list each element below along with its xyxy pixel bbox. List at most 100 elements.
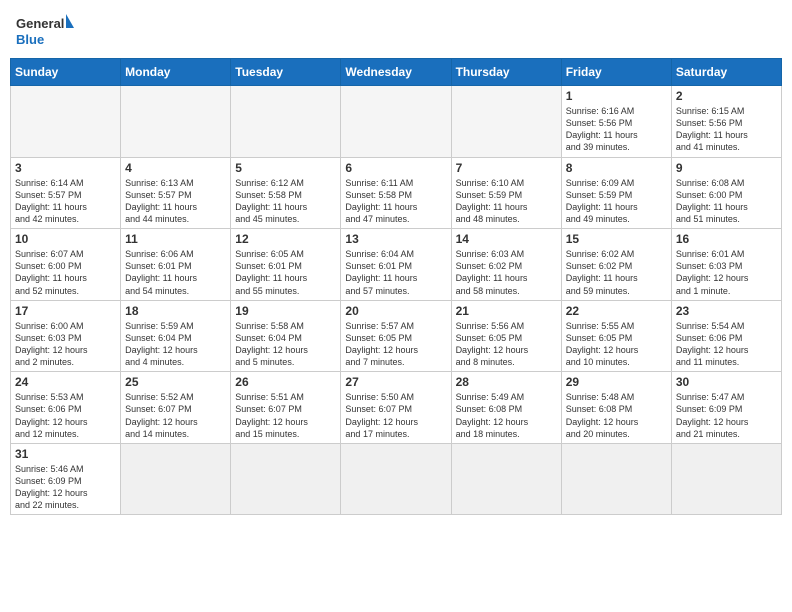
calendar-cell: 14 Sunrise: 6:03 AM Sunset: 6:02 PM Dayli… [451, 229, 561, 301]
day-number: 31 [15, 447, 116, 461]
day-number: 16 [676, 232, 777, 246]
calendar-cell [121, 86, 231, 158]
day-info: Sunrise: 5:47 AM Sunset: 6:09 PM Dayligh… [676, 391, 777, 440]
day-info: Sunrise: 6:14 AM Sunset: 5:57 PM Dayligh… [15, 177, 116, 226]
day-number: 10 [15, 232, 116, 246]
day-number: 4 [125, 161, 226, 175]
week-row-2: 10 Sunrise: 6:07 AM Sunset: 6:00 PM Dayli… [11, 229, 782, 301]
day-info: Sunrise: 5:51 AM Sunset: 6:07 PM Dayligh… [235, 391, 336, 440]
day-info: Sunrise: 5:58 AM Sunset: 6:04 PM Dayligh… [235, 320, 336, 369]
day-info: Sunrise: 6:04 AM Sunset: 6:01 PM Dayligh… [345, 248, 446, 297]
logo: General Blue [14, 10, 74, 50]
day-number: 2 [676, 89, 777, 103]
day-info: Sunrise: 6:02 AM Sunset: 6:02 PM Dayligh… [566, 248, 667, 297]
day-number: 27 [345, 375, 446, 389]
day-number: 20 [345, 304, 446, 318]
calendar-cell [11, 86, 121, 158]
calendar-cell: 26Sunrise: 5:51 AM Sunset: 6:07 PM Dayli… [231, 372, 341, 444]
day-number: 8 [566, 161, 667, 175]
calendar-cell: 19 Sunrise: 5:58 AM Sunset: 6:04 PM Dayli… [231, 300, 341, 372]
day-number: 12 [235, 232, 336, 246]
day-info: Sunrise: 6:16 AM Sunset: 5:56 PM Dayligh… [566, 105, 667, 154]
calendar-cell [121, 443, 231, 515]
calendar-cell: 31Sunrise: 5:46 AM Sunset: 6:09 PM Dayli… [11, 443, 121, 515]
day-number: 1 [566, 89, 667, 103]
weekday-header-monday: Monday [121, 59, 231, 86]
day-number: 18 [125, 304, 226, 318]
day-info: Sunrise: 6:15 AM Sunset: 5:56 PM Dayligh… [676, 105, 777, 154]
weekday-header-friday: Friday [561, 59, 671, 86]
day-number: 13 [345, 232, 446, 246]
day-number: 11 [125, 232, 226, 246]
day-info: Sunrise: 5:55 AM Sunset: 6:05 PM Dayligh… [566, 320, 667, 369]
week-row-4: 24 Sunrise: 5:53 AM Sunset: 6:06 PM Dayli… [11, 372, 782, 444]
day-number: 14 [456, 232, 557, 246]
day-info: Sunrise: 6:12 AM Sunset: 5:58 PM Dayligh… [235, 177, 336, 226]
day-info: Sunrise: 6:08 AM Sunset: 6:00 PM Dayligh… [676, 177, 777, 226]
calendar-cell: 2 Sunrise: 6:15 AM Sunset: 5:56 PM Daylig… [671, 86, 781, 158]
calendar-cell: 8 Sunrise: 6:09 AM Sunset: 5:59 PM Daylig… [561, 157, 671, 229]
calendar-cell: 9 Sunrise: 6:08 AM Sunset: 6:00 PM Daylig… [671, 157, 781, 229]
svg-text:General: General [16, 16, 64, 31]
day-info: Sunrise: 6:03 AM Sunset: 6:02 PM Dayligh… [456, 248, 557, 297]
day-number: 7 [456, 161, 557, 175]
calendar-cell: 18Sunrise: 5:59 AM Sunset: 6:04 PM Dayli… [121, 300, 231, 372]
day-info: Sunrise: 5:56 AM Sunset: 6:05 PM Dayligh… [456, 320, 557, 369]
day-info: Sunrise: 5:50 AM Sunset: 6:07 PM Dayligh… [345, 391, 446, 440]
calendar-cell [451, 443, 561, 515]
day-info: Sunrise: 6:05 AM Sunset: 6:01 PM Dayligh… [235, 248, 336, 297]
weekday-header-sunday: Sunday [11, 59, 121, 86]
day-number: 21 [456, 304, 557, 318]
calendar-cell: 21 Sunrise: 5:56 AM Sunset: 6:05 PM Dayli… [451, 300, 561, 372]
week-row-3: 17Sunrise: 6:00 AM Sunset: 6:03 PM Dayli… [11, 300, 782, 372]
calendar-cell [231, 86, 341, 158]
calendar-cell: 6 Sunrise: 6:11 AM Sunset: 5:58 PM Daylig… [341, 157, 451, 229]
day-number: 6 [345, 161, 446, 175]
day-number: 19 [235, 304, 336, 318]
calendar: SundayMondayTuesdayWednesdayThursdayFrid… [10, 58, 782, 515]
day-info: Sunrise: 6:07 AM Sunset: 6:00 PM Dayligh… [15, 248, 116, 297]
day-info: Sunrise: 6:06 AM Sunset: 6:01 PM Dayligh… [125, 248, 226, 297]
logo-svg: General Blue [14, 10, 74, 50]
calendar-cell: 25Sunrise: 5:52 AM Sunset: 6:07 PM Dayli… [121, 372, 231, 444]
weekday-header-thursday: Thursday [451, 59, 561, 86]
calendar-cell [451, 86, 561, 158]
calendar-cell: 15 Sunrise: 6:02 AM Sunset: 6:02 PM Dayli… [561, 229, 671, 301]
calendar-cell: 5 Sunrise: 6:12 AM Sunset: 5:58 PM Daylig… [231, 157, 341, 229]
week-row-1: 3 Sunrise: 6:14 AM Sunset: 5:57 PM Daylig… [11, 157, 782, 229]
day-info: Sunrise: 5:57 AM Sunset: 6:05 PM Dayligh… [345, 320, 446, 369]
day-info: Sunrise: 5:53 AM Sunset: 6:06 PM Dayligh… [15, 391, 116, 440]
day-number: 23 [676, 304, 777, 318]
calendar-cell: 20 Sunrise: 5:57 AM Sunset: 6:05 PM Dayli… [341, 300, 451, 372]
day-number: 5 [235, 161, 336, 175]
day-number: 3 [15, 161, 116, 175]
day-info: Sunrise: 5:49 AM Sunset: 6:08 PM Dayligh… [456, 391, 557, 440]
calendar-cell: 7 Sunrise: 6:10 AM Sunset: 5:59 PM Daylig… [451, 157, 561, 229]
calendar-cell: 16 Sunrise: 6:01 AM Sunset: 6:03 PM Dayli… [671, 229, 781, 301]
svg-text:Blue: Blue [16, 32, 44, 47]
weekday-header-saturday: Saturday [671, 59, 781, 86]
day-number: 24 [15, 375, 116, 389]
calendar-cell: 23Sunrise: 5:54 AM Sunset: 6:06 PM Dayli… [671, 300, 781, 372]
day-info: Sunrise: 6:10 AM Sunset: 5:59 PM Dayligh… [456, 177, 557, 226]
day-number: 17 [15, 304, 116, 318]
day-number: 29 [566, 375, 667, 389]
day-info: Sunrise: 6:01 AM Sunset: 6:03 PM Dayligh… [676, 248, 777, 297]
day-number: 9 [676, 161, 777, 175]
day-number: 30 [676, 375, 777, 389]
day-info: Sunrise: 6:13 AM Sunset: 5:57 PM Dayligh… [125, 177, 226, 226]
day-info: Sunrise: 6:11 AM Sunset: 5:58 PM Dayligh… [345, 177, 446, 226]
calendar-cell [671, 443, 781, 515]
day-info: Sunrise: 6:09 AM Sunset: 5:59 PM Dayligh… [566, 177, 667, 226]
calendar-cell: 3 Sunrise: 6:14 AM Sunset: 5:57 PM Daylig… [11, 157, 121, 229]
calendar-cell: 4 Sunrise: 6:13 AM Sunset: 5:57 PM Daylig… [121, 157, 231, 229]
calendar-cell: 10 Sunrise: 6:07 AM Sunset: 6:00 PM Dayli… [11, 229, 121, 301]
calendar-cell: 30 Sunrise: 5:47 AM Sunset: 6:09 PM Dayli… [671, 372, 781, 444]
calendar-cell: 12 Sunrise: 6:05 AM Sunset: 6:01 PM Dayli… [231, 229, 341, 301]
calendar-cell: 22Sunrise: 5:55 AM Sunset: 6:05 PM Dayli… [561, 300, 671, 372]
calendar-cell [341, 86, 451, 158]
calendar-cell: 29Sunrise: 5:48 AM Sunset: 6:08 PM Dayli… [561, 372, 671, 444]
weekday-header-row: SundayMondayTuesdayWednesdayThursdayFrid… [11, 59, 782, 86]
day-number: 15 [566, 232, 667, 246]
calendar-cell: 1 Sunrise: 6:16 AM Sunset: 5:56 PM Daylig… [561, 86, 671, 158]
